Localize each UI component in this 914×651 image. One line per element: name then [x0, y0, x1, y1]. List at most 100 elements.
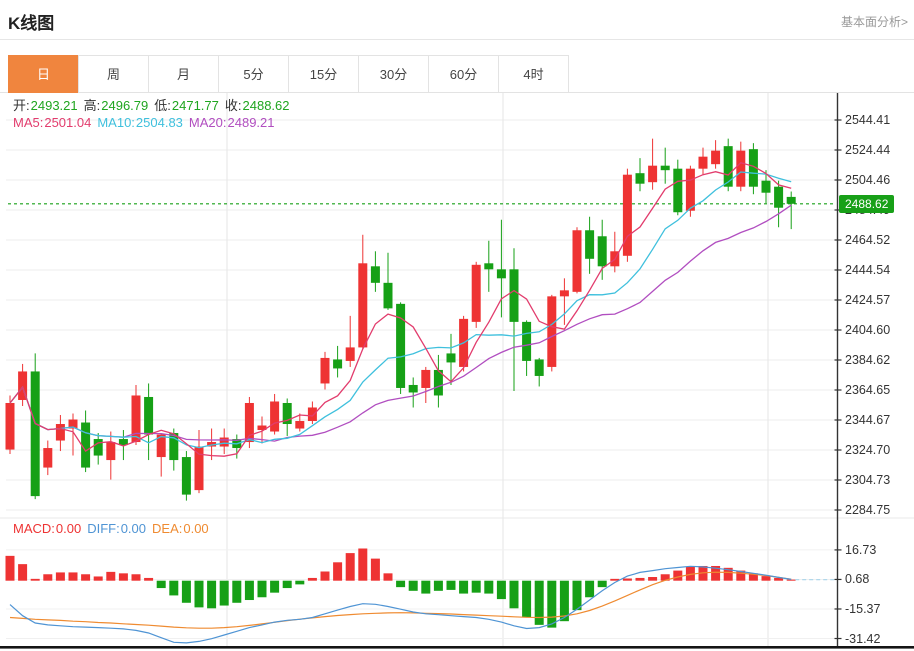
macd-bar: [30, 578, 40, 581]
candle-body: [370, 266, 380, 283]
legend-value: 2488.62: [242, 98, 290, 113]
candle-body: [559, 290, 569, 297]
candle-body: [194, 446, 204, 491]
macd-bar: [345, 553, 355, 581]
legend-value: 0.00: [55, 521, 82, 536]
macd-bar: [433, 580, 443, 591]
candle-body: [30, 371, 40, 497]
macd-bar: [648, 577, 658, 581]
chart-area: 开:2493.21 高:2496.79 低:2471.77 收:2488.62 MA5…: [0, 93, 914, 651]
macd-bar: [761, 576, 771, 581]
macd-bar: [270, 580, 280, 593]
tab-interval-7[interactable]: 4时: [498, 55, 569, 93]
price-tick-label: 2284.75: [845, 503, 891, 517]
macd-bar: [106, 571, 116, 581]
candle-body: [484, 263, 494, 270]
chart-canvas[interactable]: [0, 93, 914, 651]
candle-body: [81, 422, 91, 468]
price-tick-label: 2384.62: [845, 353, 891, 367]
candle-body: [333, 359, 343, 369]
macd-bar: [282, 580, 292, 589]
candle-body: [446, 353, 456, 363]
macd-bar: [181, 580, 191, 603]
candle-body: [673, 168, 683, 213]
macd-tick-label: 0.68: [845, 572, 870, 587]
candle-body: [421, 369, 431, 388]
tab-interval-0[interactable]: 日: [8, 55, 79, 93]
macd-bar: [307, 577, 317, 581]
candle-body: [270, 401, 280, 432]
macd-bar: [244, 580, 254, 601]
macd-bar: [471, 580, 481, 593]
candle-body: [723, 146, 733, 187]
legend-label: MA10:: [97, 115, 135, 130]
legend-label: DIFF:: [87, 521, 120, 536]
macd-tick-label: -15.37: [845, 601, 881, 616]
macd-bar: [232, 580, 242, 603]
fundamental-analysis-link[interactable]: 基本面分析>: [841, 13, 908, 30]
header-bar: K线图 基本面分析>: [0, 0, 914, 40]
candle-body: [144, 396, 154, 435]
interval-tabbar: 日周月 5分 15分 30分 60分 4时: [0, 55, 914, 93]
tab-interval-4[interactable]: 15分: [288, 55, 359, 93]
price-tick-label: 2364.65: [845, 383, 891, 397]
legend-value: 2496.79: [101, 98, 149, 113]
legend-value: 0.00: [183, 521, 209, 536]
macd-bar: [144, 577, 154, 581]
macd-bar: [333, 562, 343, 581]
macd-bar: [169, 580, 179, 596]
legend-value: 0.00: [120, 521, 147, 536]
legend-label: MA5:: [13, 115, 44, 130]
macd-bar: [786, 579, 796, 581]
page-title: K线图: [8, 14, 55, 33]
price-tick-label: 2544.41: [845, 113, 891, 127]
kline-app: K线图 基本面分析> 日周月 5分 15分 30分 60分 4时 开:2493.21 高:2…: [0, 0, 914, 651]
candle-body: [496, 269, 506, 279]
candle-body: [181, 457, 191, 495]
price-tick-label: 2424.57: [845, 293, 891, 307]
tab-interval-3[interactable]: 5分: [218, 55, 289, 93]
tab-interval-5[interactable]: 30分: [358, 55, 429, 93]
candle-body: [219, 437, 229, 447]
macd-bar: [383, 573, 393, 581]
macd-bar: [622, 578, 632, 581]
macd-bar: [673, 570, 683, 581]
candle-body: [786, 196, 796, 204]
candle-body: [358, 263, 368, 348]
macd-histogram: [5, 548, 796, 628]
tab-interval-6[interactable]: 60分: [428, 55, 499, 93]
price-tick-label: 2304.73: [845, 473, 891, 487]
candle-body: [698, 156, 708, 169]
candle-body: [660, 165, 670, 171]
macd-bar: [547, 580, 557, 628]
candle-body: [43, 448, 53, 468]
macd-bar: [635, 577, 645, 581]
candle-body: [774, 186, 784, 208]
candle-body: [295, 421, 305, 429]
macd-bar: [597, 580, 607, 588]
candle-body: [509, 269, 519, 322]
legend-value: 2471.77: [171, 98, 219, 113]
tab-interval-1[interactable]: 周: [78, 55, 149, 93]
macd-bar: [408, 580, 418, 591]
price-tick-label: 2524.44: [845, 143, 891, 157]
macd-bar: [522, 580, 532, 618]
ma-legend: MA5:2501.04 MA10:2504.83 MA20:2489.21: [13, 115, 281, 130]
macd-tick-label: -31.42: [845, 631, 881, 646]
price-tick-label: 2504.46: [845, 173, 891, 187]
tab-interval-2[interactable]: 月: [148, 55, 219, 93]
legend-label: 收:: [224, 98, 242, 113]
candle-body: [572, 230, 582, 292]
macd-bar: [219, 580, 229, 606]
macd-bar: [509, 580, 519, 609]
macd-bar: [396, 580, 406, 588]
candle-body: [761, 180, 771, 193]
price-tick-label: 2324.70: [845, 443, 891, 457]
macd-bar: [118, 573, 128, 581]
macd-bar: [207, 580, 217, 609]
macd-bar: [55, 572, 65, 581]
macd-bar: [295, 580, 305, 585]
candle-body: [685, 168, 695, 211]
candle-body: [93, 439, 103, 456]
legend-label: MACD:: [13, 521, 55, 536]
